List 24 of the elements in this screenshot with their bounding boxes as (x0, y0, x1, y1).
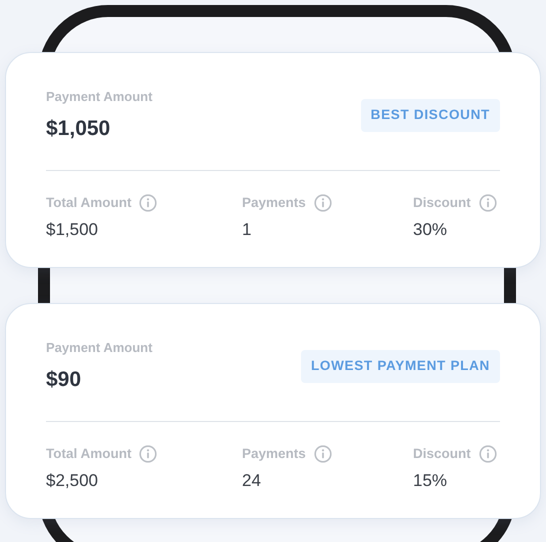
info-icon[interactable] (314, 194, 332, 212)
info-icon[interactable] (314, 445, 332, 464)
stat-label: Total Amount (46, 194, 132, 212)
plan-tag: BEST DISCOUNT (360, 99, 500, 132)
payment-amount: $1,050 (46, 116, 112, 142)
info-icon[interactable] (478, 445, 497, 464)
stat-label: Payments (242, 445, 306, 463)
stat-value: 24 (242, 470, 262, 492)
info-icon[interactable] (478, 194, 497, 212)
info-icon[interactable] (139, 445, 158, 464)
stat-value: 1 (242, 219, 252, 242)
amount-label: Payment Amount (46, 339, 152, 357)
payment-amount: $90 (46, 366, 82, 392)
stat-label: Discount (413, 445, 471, 463)
stat-label: Discount (413, 194, 471, 212)
plan-tag: LOWEST PAYMENT PLAN (300, 350, 500, 383)
stat-label: Total Amount (46, 445, 132, 463)
stat-value: 30% (413, 219, 448, 242)
stat-value: $2,500 (46, 470, 99, 492)
stat-value: 15% (413, 470, 448, 492)
stat-label: Payments (242, 194, 306, 212)
amount-label: Payment Amount (46, 88, 152, 106)
info-icon[interactable] (139, 194, 158, 212)
stat-value: $1,500 (46, 219, 99, 242)
